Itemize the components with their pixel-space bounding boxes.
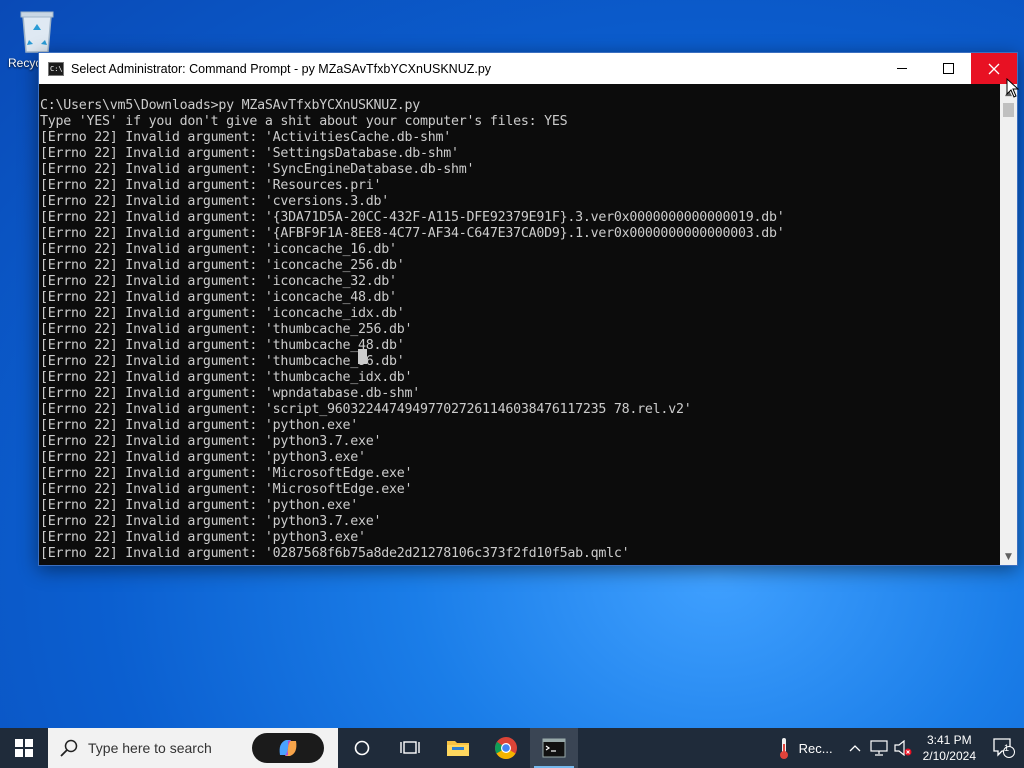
console-line: [Errno 22] Invalid argument: '{AFBF9F1A-… bbox=[40, 226, 785, 241]
console-line: [Errno 22] Invalid argument: 'Activities… bbox=[40, 130, 452, 145]
clock[interactable]: 3:41 PM 2/10/2024 bbox=[923, 732, 976, 764]
console-line: [Errno 22] Invalid argument: 'python3.7.… bbox=[40, 514, 382, 529]
console-line: [Errno 22] Invalid argument: 'thumbcache… bbox=[40, 370, 413, 385]
cmd-app-icon: C:\ bbox=[48, 61, 64, 76]
weather-label: Rec... bbox=[798, 740, 833, 756]
console-line: [Errno 22] Invalid argument: 'iconcache_… bbox=[40, 290, 397, 305]
console-line: [Errno 22] Invalid argument: 'thumbcache… bbox=[40, 322, 413, 337]
taskbar: Type here to search Rec... 3:41 PM 2/10/… bbox=[0, 728, 1024, 768]
file-explorer-button[interactable] bbox=[434, 728, 482, 768]
search-placeholder: Type here to search bbox=[88, 740, 212, 756]
console-line: [Errno 22] Invalid argument: 'MicrosoftE… bbox=[40, 466, 413, 481]
volume-button[interactable] bbox=[891, 728, 915, 768]
vertical-scrollbar[interactable]: ▲ ▼ bbox=[1000, 84, 1017, 565]
console-line: [Errno 22] Invalid argument: 'python.exe… bbox=[40, 498, 358, 513]
text-cursor bbox=[358, 349, 367, 364]
cortana-button[interactable] bbox=[338, 728, 386, 768]
console-line: [Errno 22] Invalid argument: 'wpndatabas… bbox=[40, 386, 421, 401]
console-line: [Errno 22] Invalid argument: 'script_960… bbox=[40, 402, 692, 417]
show-hidden-icons-button[interactable] bbox=[843, 728, 867, 768]
command-prompt-taskbar-button[interactable] bbox=[530, 728, 578, 768]
mouse-pointer-icon bbox=[1006, 78, 1020, 98]
cmd-icon bbox=[542, 738, 566, 758]
console-line: [Errno 22] Invalid argument: 'thumbcache… bbox=[40, 354, 405, 369]
system-tray: Rec... 3:41 PM 2/10/2024 1 bbox=[767, 728, 1024, 768]
console-line: [Errno 22] Invalid argument: 'iconcache_… bbox=[40, 242, 397, 257]
network-button[interactable] bbox=[867, 728, 891, 768]
console-line: [Errno 22] Invalid argument: '0287568f6b… bbox=[40, 546, 630, 561]
console-line: [Errno 22] Invalid argument: '{3DA71D5A-… bbox=[40, 210, 785, 225]
console-line: [Errno 22] Invalid argument: 'cversions.… bbox=[40, 194, 389, 209]
start-button[interactable] bbox=[0, 728, 48, 768]
minimize-button[interactable] bbox=[879, 53, 925, 84]
console-line: [Errno 22] Invalid argument: 'SettingsDa… bbox=[40, 146, 459, 161]
console-output[interactable]: C:\Users\vm5\Downloads>py MZaSAvTfxbYCXn… bbox=[39, 84, 1000, 565]
console-line: [Errno 22] Invalid argument: 'iconcache_… bbox=[40, 258, 405, 273]
task-view-button[interactable] bbox=[386, 728, 434, 768]
maximize-button[interactable] bbox=[925, 53, 971, 84]
console-line: C:\Users\vm5\Downloads>py MZaSAvTfxbYCXn… bbox=[40, 98, 421, 113]
notification-center-button[interactable]: 1 bbox=[984, 728, 1024, 768]
cortana-circle-icon bbox=[354, 740, 370, 756]
recycle-bin-icon bbox=[17, 8, 57, 54]
console-line: [Errno 22] Invalid argument: 'SyncEngine… bbox=[40, 162, 475, 177]
console-line: [Errno 22] Invalid argument: 'iconcache_… bbox=[40, 306, 405, 321]
taskbar-search-box[interactable]: Type here to search bbox=[48, 728, 338, 768]
console-line: [Errno 22] Invalid argument: 'python.exe… bbox=[40, 418, 358, 433]
scroll-down-icon[interactable]: ▼ bbox=[1000, 548, 1017, 565]
chrome-button[interactable] bbox=[482, 728, 530, 768]
clock-date: 2/10/2024 bbox=[922, 749, 976, 763]
folder-icon bbox=[447, 741, 469, 756]
command-prompt-window[interactable]: C:\ Select Administrator: Command Prompt… bbox=[38, 52, 1018, 566]
chrome-icon bbox=[495, 737, 517, 759]
thermometer-icon bbox=[779, 738, 788, 759]
windows-logo-icon bbox=[15, 739, 33, 757]
console-line: [Errno 22] Invalid argument: 'iconcache_… bbox=[40, 274, 397, 289]
window-titlebar[interactable]: C:\ Select Administrator: Command Prompt… bbox=[39, 53, 1017, 84]
network-icon bbox=[870, 740, 888, 756]
console-line: [Errno 22] Invalid argument: 'python3.ex… bbox=[40, 450, 366, 465]
volume-muted-icon bbox=[894, 740, 912, 756]
console-line: Type 'YES' if you don't give a shit abou… bbox=[40, 114, 568, 129]
console-line: [Errno 22] Invalid argument: 'python3.ex… bbox=[40, 530, 366, 545]
clock-time: 3:41 PM bbox=[926, 733, 972, 747]
maximize-icon bbox=[942, 63, 954, 74]
search-icon bbox=[60, 739, 78, 757]
weather-widget[interactable]: Rec... bbox=[767, 728, 843, 768]
task-view-icon bbox=[400, 741, 420, 754]
minimize-icon bbox=[897, 68, 907, 69]
chevron-up-icon bbox=[849, 745, 861, 752]
window-title: Select Administrator: Command Prompt - p… bbox=[71, 61, 492, 76]
scrollbar-thumb[interactable] bbox=[1003, 103, 1014, 117]
copilot-icon bbox=[279, 740, 297, 756]
copilot-button[interactable] bbox=[252, 733, 324, 763]
notification-count: 1 bbox=[1004, 743, 1010, 753]
console-line: [Errno 22] Invalid argument: 'thumbcache… bbox=[40, 338, 405, 353]
console-line: [Errno 22] Invalid argument: 'python3.7.… bbox=[40, 434, 382, 449]
close-icon bbox=[988, 63, 1000, 74]
console-line: [Errno 22] Invalid argument: 'MicrosoftE… bbox=[40, 482, 413, 497]
console-line: [Errno 22] Invalid argument: 'Resources.… bbox=[40, 178, 382, 193]
